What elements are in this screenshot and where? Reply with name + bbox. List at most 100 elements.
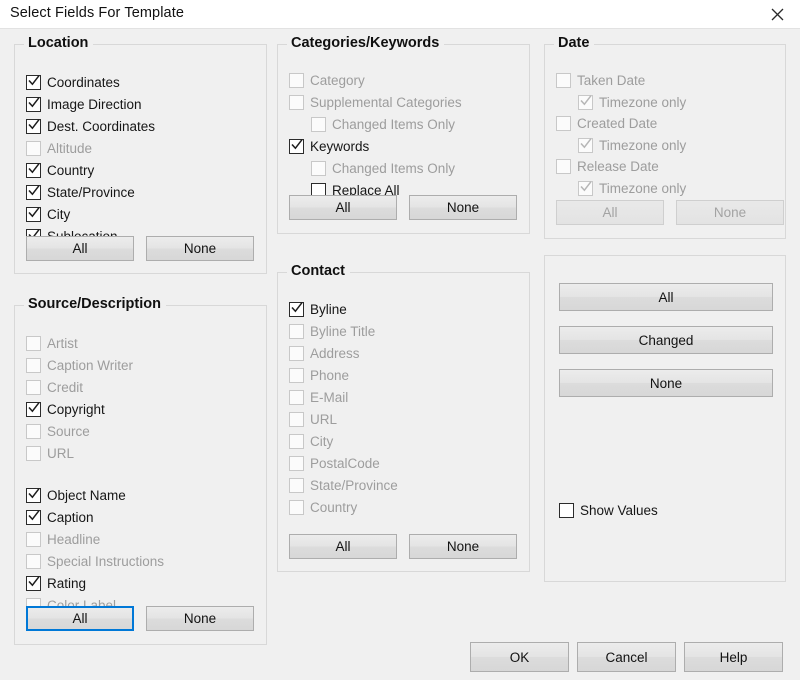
checkbox-label: E-Mail [310, 390, 349, 405]
checkbox-box [26, 141, 41, 156]
location-checkbox-6[interactable]: City [26, 205, 70, 224]
checkbox-box [578, 180, 593, 196]
checkbox-label: Rating [47, 576, 87, 591]
checkbox-label: Phone [310, 368, 350, 383]
location-checkbox-1[interactable]: Image Direction [26, 95, 142, 114]
date-checkbox-4[interactable]: Release Date [556, 157, 659, 176]
location-checkbox-2[interactable]: Dest. Coordinates [26, 117, 155, 136]
checkbox-box [289, 73, 304, 88]
global-all-button[interactable]: All [559, 283, 773, 311]
location-none-button[interactable]: None [146, 236, 254, 261]
group-date: Date Taken Date Timezone only Created Date… [544, 35, 786, 239]
categories-all-button[interactable]: All [289, 195, 397, 220]
show-values-checkbox[interactable]: Show Values [559, 501, 658, 520]
date-checkbox-5[interactable]: Timezone only [578, 179, 686, 198]
checkbox-box [578, 137, 593, 153]
checkbox-box [26, 510, 41, 525]
global-none-button[interactable]: None [559, 369, 773, 397]
source-description-checkbox-6[interactable]: Object Name [26, 486, 126, 505]
checkbox-label: Timezone only [599, 137, 687, 153]
checkbox-label: URL [47, 446, 75, 461]
checkbox-label: Timezone only [599, 180, 687, 196]
contact-checkbox-5[interactable]: URL [289, 410, 337, 429]
checkbox-label: URL [310, 412, 338, 427]
source-description-checkbox-4[interactable]: Source [26, 422, 90, 441]
checkbox-label: Caption Writer [47, 358, 134, 373]
date-checkbox-3[interactable]: Timezone only [578, 136, 686, 155]
group-source-description: Source/Description Artist Caption Writer C… [14, 296, 267, 645]
checkbox-box [289, 412, 304, 427]
contact-checkbox-0[interactable]: Byline [289, 300, 347, 319]
close-button[interactable] [754, 0, 800, 29]
contact-checkbox-7[interactable]: PostalCode [289, 454, 380, 473]
date-checkbox-1[interactable]: Timezone only [578, 93, 686, 112]
checkbox-label: Altitude [47, 141, 93, 156]
source-description-none-button[interactable]: None [146, 606, 254, 631]
checkbox-label: State/Province [47, 185, 135, 200]
source-description-checkbox-2[interactable]: Credit [26, 378, 83, 397]
source-description-checkbox-5[interactable]: URL [26, 444, 74, 463]
date-checkbox-2[interactable]: Created Date [556, 114, 657, 133]
checkbox-box [311, 161, 326, 176]
date-checkbox-0[interactable]: Taken Date [556, 71, 645, 90]
checkbox-box [26, 532, 41, 547]
checkbox-label: Release Date [577, 159, 659, 174]
checkbox-box [559, 503, 574, 518]
cancel-button[interactable]: Cancel [577, 642, 676, 672]
checkbox-label: Artist [47, 336, 78, 351]
location-checkbox-3[interactable]: Altitude [26, 139, 92, 158]
contact-none-button[interactable]: None [409, 534, 517, 559]
contact-all-button[interactable]: All [289, 534, 397, 559]
contact-checkbox-6[interactable]: City [289, 432, 333, 451]
location-checkbox-5[interactable]: State/Province [26, 183, 135, 202]
contact-checkbox-8[interactable]: State/Province [289, 476, 398, 495]
global-changed-button[interactable]: Changed [559, 326, 773, 354]
checkbox-box [289, 302, 304, 317]
checkbox-box [26, 358, 41, 373]
location-checkbox-4[interactable]: Country [26, 161, 94, 180]
source-description-checkbox-3[interactable]: Copyright [26, 400, 105, 419]
group-location: Location Coordinates Image Direction Dest.… [14, 35, 267, 274]
checkbox-box [289, 368, 304, 383]
source-description-all-button[interactable]: All [26, 606, 134, 631]
contact-checkbox-1[interactable]: Byline Title [289, 322, 375, 341]
checkbox-box [26, 207, 41, 222]
help-button[interactable]: Help [684, 642, 783, 672]
checkbox-box [26, 488, 41, 503]
categories-none-button[interactable]: None [409, 195, 517, 220]
group-global-actions: All Changed None Show Values [544, 255, 786, 582]
contact-checkbox-2[interactable]: Address [289, 344, 360, 363]
contact-checkbox-4[interactable]: E-Mail [289, 388, 348, 407]
contact-checkbox-3[interactable]: Phone [289, 366, 349, 385]
checkbox-label: State/Province [310, 478, 398, 493]
source-description-checkbox-8[interactable]: Headline [26, 530, 100, 549]
checkbox-box [289, 324, 304, 339]
source-description-checkbox-10[interactable]: Rating [26, 574, 86, 593]
checkbox-label: Timezone only [599, 94, 687, 110]
location-checkbox-0[interactable]: Coordinates [26, 73, 120, 92]
checkbox-label: Created Date [577, 116, 658, 131]
categories-checkbox-2[interactable]: Changed Items Only [311, 115, 455, 134]
source-description-checkbox-7[interactable]: Caption [26, 508, 94, 527]
checkbox-label: Category [310, 73, 365, 88]
categories-checkbox-0[interactable]: Category [289, 71, 365, 90]
location-all-button[interactable]: All [26, 236, 134, 261]
checkbox-box [26, 424, 41, 439]
ok-button[interactable]: OK [470, 642, 569, 672]
checkbox-label: Source [47, 424, 90, 439]
categories-checkbox-3[interactable]: Keywords [289, 137, 369, 156]
source-description-checkbox-0[interactable]: Artist [26, 334, 78, 353]
checkbox-label: Address [310, 346, 360, 361]
checkbox-box [289, 478, 304, 493]
categories-checkbox-1[interactable]: Supplemental Categories [289, 93, 462, 112]
checkbox-box [26, 446, 41, 461]
categories-checkbox-4[interactable]: Changed Items Only [311, 159, 455, 178]
checkbox-box [289, 390, 304, 405]
source-description-checkbox-9[interactable]: Special Instructions [26, 552, 164, 571]
source-description-checkbox-1[interactable]: Caption Writer [26, 356, 133, 375]
title-bar: Select Fields For Template [0, 0, 800, 29]
contact-checkbox-9[interactable]: Country [289, 498, 357, 517]
date-all-button[interactable]: All [556, 200, 664, 225]
checkbox-label: Object Name [47, 488, 126, 503]
date-none-button[interactable]: None [676, 200, 784, 225]
